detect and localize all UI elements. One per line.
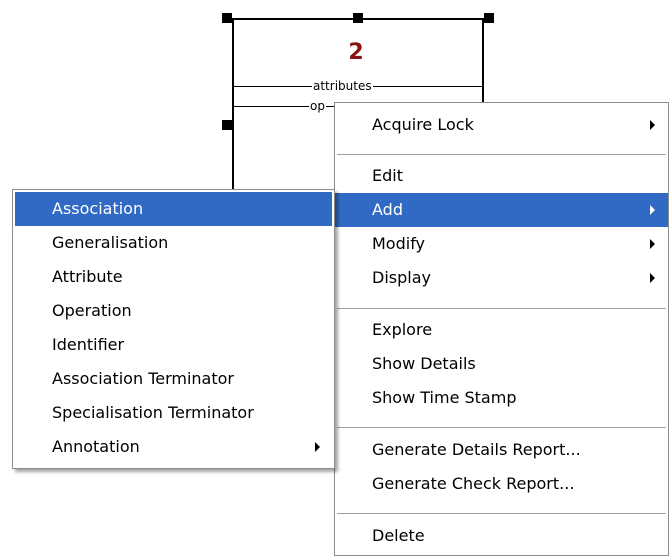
submenu-item-association-terminator[interactable]: Association Terminator xyxy=(15,362,332,396)
attributes-compartment-label: attributes xyxy=(312,79,373,93)
submenu-item-specialisation-terminator[interactable]: Specialisation Terminator xyxy=(15,396,332,430)
class-number[interactable]: 2 xyxy=(331,40,381,66)
submenu-arrow-icon xyxy=(650,273,655,283)
submenu-item-operation[interactable]: Operation xyxy=(15,294,332,328)
context-menu: Acquire Lock Edit Add Modify Display Exp… xyxy=(334,102,669,556)
menu-separator xyxy=(337,154,666,156)
menu-item-label: Display xyxy=(372,268,431,287)
add-submenu: Association Generalisation Attribute Ope… xyxy=(12,189,335,469)
menu-item-generate-check-report[interactable]: Generate Check Report... xyxy=(335,467,668,501)
menu-item-show-time-stamp[interactable]: Show Time Stamp xyxy=(335,381,668,415)
resize-handle-top-right[interactable] xyxy=(484,13,494,23)
menu-item-edit[interactable]: Edit xyxy=(335,159,668,193)
menu-item-show-details[interactable]: Show Details xyxy=(335,347,668,381)
submenu-item-label: Generalisation xyxy=(52,233,169,252)
menu-separator xyxy=(337,427,666,429)
menu-item-display[interactable]: Display xyxy=(335,261,668,295)
menu-item-label: Generate Check Report... xyxy=(372,474,575,493)
menu-item-label: Modify xyxy=(372,234,426,253)
menu-item-explore[interactable]: Explore xyxy=(335,313,668,347)
menu-item-label: Acquire Lock xyxy=(372,115,474,134)
menu-item-label: Show Time Stamp xyxy=(372,388,517,407)
menu-item-label: Show Details xyxy=(372,354,476,373)
screen: 2 attributes op Acquire Lock Edit Add Mo… xyxy=(0,0,669,556)
menu-separator xyxy=(337,308,666,310)
class-box-right-border xyxy=(482,18,484,103)
menu-item-add[interactable]: Add xyxy=(335,193,668,227)
submenu-item-label: Association Terminator xyxy=(52,369,234,388)
menu-item-delete[interactable]: Delete xyxy=(335,519,668,553)
resize-handle-top-center[interactable] xyxy=(353,13,363,23)
submenu-item-attribute[interactable]: Attribute xyxy=(15,260,332,294)
submenu-item-identifier[interactable]: Identifier xyxy=(15,328,332,362)
menu-item-label: Delete xyxy=(372,526,425,545)
submenu-item-association[interactable]: Association xyxy=(15,192,332,226)
submenu-item-label: Operation xyxy=(52,301,132,320)
submenu-item-annotation[interactable]: Annotation xyxy=(15,430,332,464)
submenu-arrow-icon xyxy=(650,205,655,215)
submenu-item-label: Identifier xyxy=(52,335,125,354)
submenu-arrow-icon xyxy=(315,442,320,452)
submenu-item-label: Annotation xyxy=(52,437,140,456)
menu-item-generate-details-report[interactable]: Generate Details Report... xyxy=(335,433,668,467)
resize-handle-middle-left[interactable] xyxy=(222,120,232,130)
menu-separator xyxy=(337,513,666,515)
submenu-item-label: Attribute xyxy=(52,267,123,286)
menu-item-label: Edit xyxy=(372,166,403,185)
submenu-item-label: Association xyxy=(52,199,144,218)
operations-compartment-label: op xyxy=(309,99,326,113)
menu-item-label: Explore xyxy=(372,320,433,339)
menu-item-label: Generate Details Report... xyxy=(372,440,581,459)
submenu-arrow-icon xyxy=(650,120,655,130)
menu-item-acquire-lock[interactable]: Acquire Lock xyxy=(335,108,668,142)
menu-item-label: Add xyxy=(372,200,403,219)
menu-item-modify[interactable]: Modify xyxy=(335,227,668,261)
submenu-arrow-icon xyxy=(650,239,655,249)
submenu-item-generalisation[interactable]: Generalisation xyxy=(15,226,332,260)
resize-handle-top-left[interactable] xyxy=(222,13,232,23)
submenu-item-label: Specialisation Terminator xyxy=(52,403,254,422)
